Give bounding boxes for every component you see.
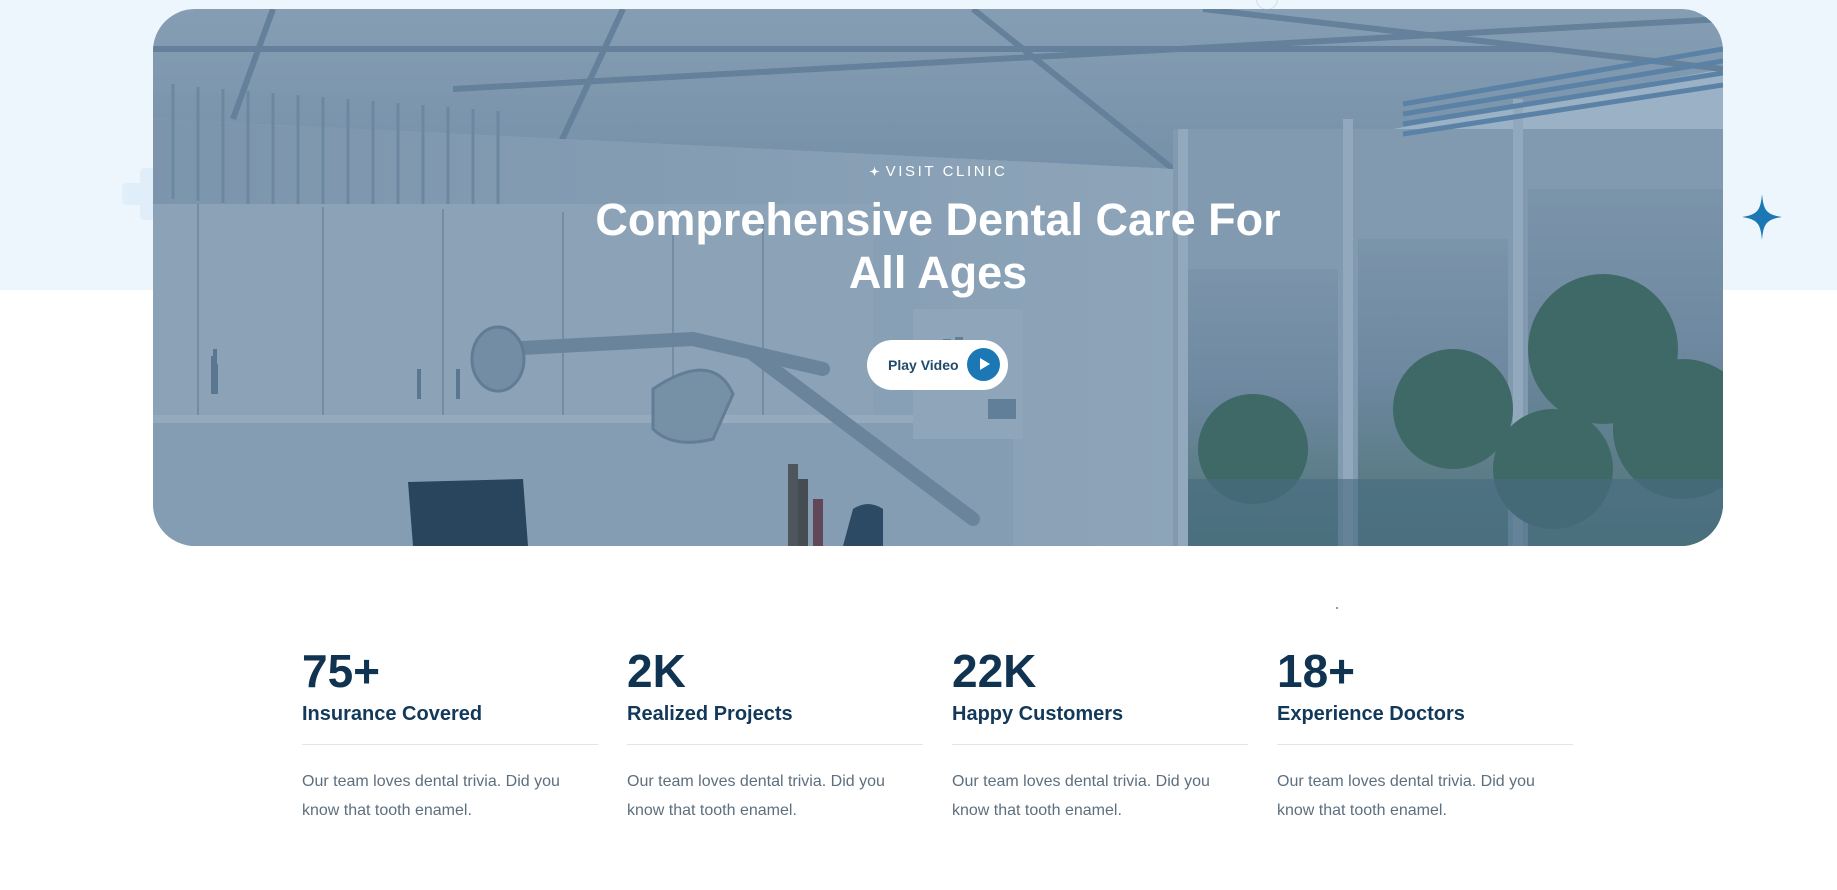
hero-eyebrow-text: VISIT CLINIC [885, 163, 1008, 180]
sparkle-icon [868, 166, 880, 177]
stat-card: 22K Happy Customers Our team loves denta… [952, 646, 1248, 825]
stat-divider [1277, 744, 1573, 745]
stat-value: 18+ [1277, 645, 1356, 697]
stat-value: 22K [952, 645, 1037, 697]
play-video-label: Play Video [888, 357, 959, 373]
play-video-button[interactable]: Play Video [867, 340, 1008, 390]
stat-card: 18+ Experience Doctors Our team loves de… [1277, 646, 1573, 825]
stat-divider [952, 744, 1248, 745]
stat-description: Our team loves dental trivia. Did you kn… [952, 773, 1210, 819]
stat-card: 75+ Insurance Covered Our team loves den… [302, 646, 598, 825]
hero-banner: VISIT CLINIC Comprehensive Dental Care F… [153, 9, 1723, 546]
stat-label: Insurance Covered [302, 703, 483, 725]
stat-card: 2K Realized Projects Our team loves dent… [627, 646, 923, 825]
decorative-dot [1336, 607, 1338, 609]
play-icon [967, 348, 1000, 381]
stat-description: Our team loves dental trivia. Did you kn… [1277, 773, 1535, 819]
hero-eyebrow: VISIT CLINIC [153, 163, 1723, 180]
stat-description: Our team loves dental trivia. Did you kn… [302, 773, 560, 819]
stat-description: Our team loves dental trivia. Did you kn… [627, 773, 885, 819]
stat-label: Experience Doctors [1277, 703, 1465, 725]
stat-divider [627, 744, 923, 745]
stat-label: Happy Customers [952, 703, 1124, 725]
stat-value: 75+ [302, 645, 381, 697]
stat-value: 2K [627, 645, 686, 697]
stat-label: Realized Projects [627, 703, 793, 725]
stat-divider [302, 744, 598, 745]
sparkle-icon [1742, 194, 1782, 240]
hero-title: Comprehensive Dental Care For All Ages [595, 194, 1281, 298]
